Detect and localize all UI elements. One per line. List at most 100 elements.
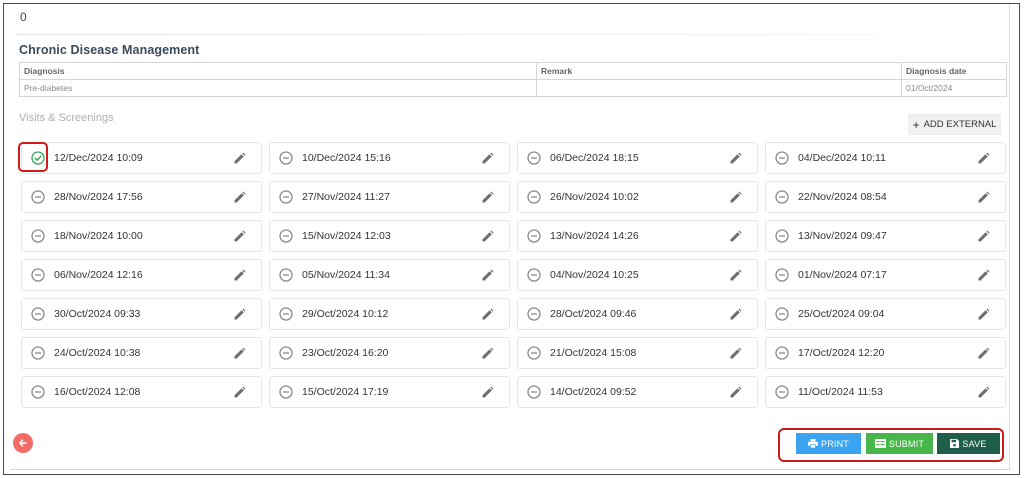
visit-date: 04/Nov/2024 10:25 <box>550 269 639 281</box>
visit-card[interactable]: 25/Oct/2024 09:04 <box>765 298 1006 330</box>
edit-pencil-icon[interactable] <box>231 345 247 361</box>
visit-card[interactable]: 27/Nov/2024 11:27 <box>269 181 510 213</box>
edit-pencil-icon[interactable] <box>975 189 991 205</box>
visit-card[interactable]: 04/Nov/2024 10:25 <box>517 259 758 291</box>
visit-card[interactable]: 23/Oct/2024 16:20 <box>269 337 510 369</box>
visit-card[interactable]: 16/Oct/2024 12:08 <box>21 376 262 408</box>
visit-card[interactable]: 13/Nov/2024 14:26 <box>517 220 758 252</box>
edit-pencil-icon[interactable] <box>479 345 495 361</box>
visit-date: 17/Oct/2024 12:20 <box>798 347 885 359</box>
edit-pencil-icon[interactable] <box>479 150 495 166</box>
pending-status-icon <box>31 346 45 360</box>
pending-status-icon <box>527 385 541 399</box>
visit-date: 13/Nov/2024 14:26 <box>550 230 639 242</box>
edit-pencil-icon[interactable] <box>975 267 991 283</box>
edit-pencil-icon[interactable] <box>975 306 991 322</box>
window-frame: 0 Chronic Disease Management Diagnosis R… <box>3 3 1020 475</box>
arrow-left-icon <box>19 439 27 447</box>
visit-card[interactable]: 06/Nov/2024 12:16 <box>21 259 262 291</box>
edit-pencil-icon[interactable] <box>231 228 247 244</box>
visit-card[interactable]: 24/Oct/2024 10:38 <box>21 337 262 369</box>
edit-pencil-icon[interactable] <box>479 384 495 400</box>
visit-card[interactable]: 04/Dec/2024 10:11 <box>765 142 1006 174</box>
pending-status-icon <box>775 307 789 321</box>
submit-button[interactable]: SUBMIT <box>866 433 933 454</box>
edit-pencil-icon[interactable] <box>727 150 743 166</box>
save-button[interactable]: SAVE <box>937 433 1000 454</box>
visit-card[interactable]: 21/Oct/2024 15:08 <box>517 337 758 369</box>
visit-date: 14/Oct/2024 09:52 <box>550 386 637 398</box>
visit-date: 28/Nov/2024 17:56 <box>54 191 143 203</box>
pending-status-icon <box>31 190 45 204</box>
visit-card[interactable]: 06/Dec/2024 18:15 <box>517 142 758 174</box>
visit-date: 23/Oct/2024 16:20 <box>302 347 389 359</box>
visit-card[interactable]: 28/Nov/2024 17:56 <box>21 181 262 213</box>
edit-pencil-icon[interactable] <box>727 228 743 244</box>
visit-card[interactable]: 15/Nov/2024 12:03 <box>269 220 510 252</box>
edit-pencil-icon[interactable] <box>231 189 247 205</box>
edit-pencil-icon[interactable] <box>231 306 247 322</box>
pending-status-icon <box>775 346 789 360</box>
edit-pencil-icon[interactable] <box>479 189 495 205</box>
diagnosis-table: Diagnosis Remark Diagnosis date Pre-diab… <box>19 62 1007 97</box>
visit-card[interactable]: 13/Nov/2024 09:47 <box>765 220 1006 252</box>
edit-pencil-icon[interactable] <box>727 345 743 361</box>
print-button[interactable]: PRINT <box>796 433 861 454</box>
content-panel: 0 Chronic Disease Management Diagnosis R… <box>10 4 1010 470</box>
visit-card[interactable]: 18/Nov/2024 10:00 <box>21 220 262 252</box>
visit-card[interactable]: 01/Nov/2024 07:17 <box>765 259 1006 291</box>
visit-date: 27/Nov/2024 11:27 <box>302 191 390 203</box>
pending-status-icon <box>527 346 541 360</box>
edit-pencil-icon[interactable] <box>975 345 991 361</box>
remark-column-header: Remark <box>536 62 902 80</box>
visit-card[interactable]: 10/Dec/2024 15:16 <box>269 142 510 174</box>
visit-card[interactable]: 14/Oct/2024 09:52 <box>517 376 758 408</box>
edit-pencil-icon[interactable] <box>231 267 247 283</box>
edit-pencil-icon[interactable] <box>479 228 495 244</box>
pending-status-icon <box>279 346 293 360</box>
visit-card[interactable]: 11/Oct/2024 11:53 <box>765 376 1006 408</box>
edit-pencil-icon[interactable] <box>727 267 743 283</box>
edit-pencil-icon[interactable] <box>727 189 743 205</box>
diagnosis-date-column-header: Diagnosis date <box>901 62 1007 80</box>
visit-card[interactable]: 15/Oct/2024 17:19 <box>269 376 510 408</box>
visit-card[interactable]: 28/Oct/2024 09:46 <box>517 298 758 330</box>
pending-status-icon <box>527 307 541 321</box>
edit-pencil-icon[interactable] <box>479 267 495 283</box>
add-external-button[interactable]: + ADD EXTERNAL <box>908 114 1001 135</box>
visit-card[interactable]: 22/Nov/2024 08:54 <box>765 181 1006 213</box>
add-external-label: ADD EXTERNAL <box>923 119 997 130</box>
edit-pencil-icon[interactable] <box>975 150 991 166</box>
visit-date: 15/Oct/2024 17:19 <box>302 386 389 398</box>
pending-status-icon <box>527 151 541 165</box>
visit-card[interactable]: 30/Oct/2024 09:33 <box>21 298 262 330</box>
visit-date: 29/Oct/2024 10:12 <box>302 308 389 320</box>
pending-status-icon <box>775 151 789 165</box>
edit-pencil-icon[interactable] <box>975 384 991 400</box>
visits-section-title: Visits & Screenings <box>19 112 114 124</box>
printer-icon <box>808 439 818 448</box>
visit-card[interactable]: 17/Oct/2024 12:20 <box>765 337 1006 369</box>
completed-check-icon <box>31 151 45 165</box>
back-button[interactable] <box>13 433 33 453</box>
edit-pencil-icon[interactable] <box>479 306 495 322</box>
diagnosis-cell: Pre-diabetes <box>19 79 537 97</box>
edit-pencil-icon[interactable] <box>975 228 991 244</box>
visit-card[interactable]: 29/Oct/2024 10:12 <box>269 298 510 330</box>
visit-date: 15/Nov/2024 12:03 <box>302 230 391 242</box>
visit-date: 22/Nov/2024 08:54 <box>798 191 887 203</box>
visit-date: 13/Nov/2024 09:47 <box>798 230 887 242</box>
pending-status-icon <box>31 229 45 243</box>
visit-card[interactable]: 05/Nov/2024 11:34 <box>269 259 510 291</box>
visit-card[interactable]: 12/Dec/2024 10:09 <box>21 142 262 174</box>
pending-status-icon <box>775 268 789 282</box>
visit-date: 12/Dec/2024 10:09 <box>54 152 143 164</box>
visit-card[interactable]: 26/Nov/2024 10:02 <box>517 181 758 213</box>
edit-pencil-icon[interactable] <box>231 150 247 166</box>
edit-pencil-icon[interactable] <box>231 384 247 400</box>
edit-pencil-icon[interactable] <box>727 306 743 322</box>
edit-pencil-icon[interactable] <box>727 384 743 400</box>
visit-date: 25/Oct/2024 09:04 <box>798 308 885 320</box>
plus-icon: + <box>912 117 920 132</box>
pending-status-icon <box>775 229 789 243</box>
